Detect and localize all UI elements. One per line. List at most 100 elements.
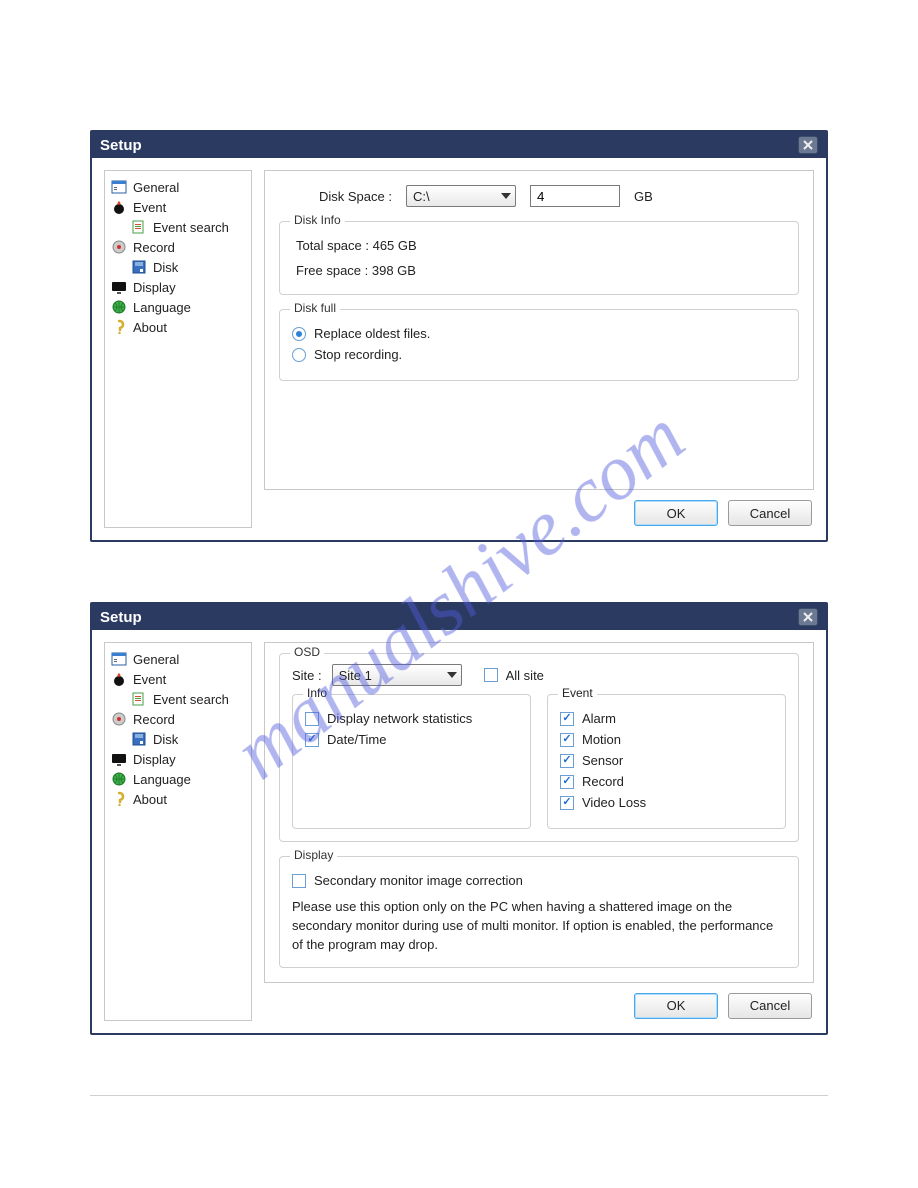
checkbox-icon (484, 668, 498, 682)
osd-group: OSD Site : Site 1 All site (279, 653, 799, 842)
sidebar-item-general[interactable]: General (109, 649, 247, 669)
checkbox-video-loss[interactable]: ✓ Video Loss (560, 795, 773, 810)
about-icon (111, 791, 127, 807)
sidebar-item-display[interactable]: Display (109, 749, 247, 769)
window-title: Setup (100, 137, 142, 154)
close-icon (803, 140, 813, 150)
radio-label: Stop recording. (314, 347, 402, 362)
checkbox-label: Record (582, 774, 624, 789)
checkbox-label: Display network statistics (327, 711, 472, 726)
checkbox-network-stats[interactable]: Display network statistics (305, 711, 518, 726)
sidebar-item-event[interactable]: Event (109, 197, 247, 217)
checkbox-label: Motion (582, 732, 621, 747)
sidebar-item-general[interactable]: General (109, 177, 247, 197)
close-button[interactable] (798, 136, 818, 154)
checkbox-label: Video Loss (582, 795, 646, 810)
checkbox-icon (292, 874, 306, 888)
checkbox-record[interactable]: ✓ Record (560, 774, 773, 789)
titlebar: Setup (92, 132, 826, 158)
language-icon (111, 771, 127, 787)
checkbox-icon: ✓ (560, 775, 574, 789)
checkbox-date-time[interactable]: ✓ Date/Time (305, 732, 518, 747)
disk-info-legend: Disk Info (290, 213, 345, 227)
sidebar-item-display[interactable]: Display (109, 277, 247, 297)
event-legend: Event (558, 686, 597, 700)
checkbox-all-site[interactable]: All site (484, 668, 544, 683)
site-select[interactable]: Site 1 (332, 664, 462, 686)
setup-dialog-display: Setup General Event Event search Record (90, 602, 828, 1035)
sidebar-item-disk[interactable]: Disk (109, 257, 247, 277)
sidebar-item-record[interactable]: Record (109, 237, 247, 257)
record-icon (111, 239, 127, 255)
dialog-button-row: OK Cancel (264, 490, 814, 528)
sidebar-item-label: Event search (153, 692, 229, 707)
disk-info-group: Disk Info Total space : 465 GB Free spac… (279, 221, 799, 295)
radio-label: Replace oldest files. (314, 326, 430, 341)
sidebar-item-label: Record (133, 240, 175, 255)
checkbox-label: All site (506, 668, 544, 683)
record-icon (111, 711, 127, 727)
sidebar-item-language[interactable]: Language (109, 297, 247, 317)
radio-replace-oldest[interactable]: Replace oldest files. (292, 326, 786, 341)
ok-button[interactable]: OK (634, 993, 718, 1019)
radio-stop-recording[interactable]: Stop recording. (292, 347, 786, 362)
checkbox-sensor[interactable]: ✓ Sensor (560, 753, 773, 768)
info-group: Info Display network statistics ✓ Date/T… (292, 694, 531, 829)
window-title: Setup (100, 609, 142, 626)
display-icon (111, 279, 127, 295)
sidebar-item-event-search[interactable]: Event search (109, 689, 247, 709)
disk-full-group: Disk full Replace oldest files. Stop rec… (279, 309, 799, 381)
sidebar-item-label: Record (133, 712, 175, 727)
sidebar-item-about[interactable]: About (109, 789, 247, 809)
sidebar-item-label: About (133, 320, 167, 335)
drive-select-value: C:\ (413, 189, 430, 204)
nav-sidebar: General Event Event search Record Disk D… (104, 170, 252, 528)
ok-button[interactable]: OK (634, 500, 718, 526)
checkbox-label: Alarm (582, 711, 616, 726)
sidebar-item-disk[interactable]: Disk (109, 729, 247, 749)
checkbox-alarm[interactable]: ✓ Alarm (560, 711, 773, 726)
event-search-icon (131, 691, 147, 707)
checkbox-motion[interactable]: ✓ Motion (560, 732, 773, 747)
page-divider (90, 1095, 828, 1096)
general-icon (111, 651, 127, 667)
disk-icon (131, 731, 147, 747)
display-note: Please use this option only on the PC wh… (292, 898, 786, 955)
checkbox-label: Secondary monitor image correction (314, 873, 523, 888)
sidebar-item-record[interactable]: Record (109, 709, 247, 729)
disk-full-legend: Disk full (290, 301, 340, 315)
disk-size-unit: GB (634, 189, 653, 204)
drive-select[interactable]: C:\ (406, 185, 516, 207)
free-space-text: Free space : 398 GB (296, 263, 782, 278)
language-icon (111, 299, 127, 315)
sidebar-item-label: Display (133, 280, 176, 295)
sidebar-item-event[interactable]: Event (109, 669, 247, 689)
cancel-button[interactable]: Cancel (728, 500, 812, 526)
sidebar-item-label: About (133, 792, 167, 807)
close-button[interactable] (798, 608, 818, 626)
sidebar-item-about[interactable]: About (109, 317, 247, 337)
checkbox-icon: ✓ (560, 733, 574, 747)
about-icon (111, 319, 127, 335)
disk-space-label: Disk Space : (319, 189, 392, 204)
disk-settings-panel: Disk Space : C:\ GB Disk Info Total spac… (264, 170, 814, 490)
sidebar-item-label: General (133, 180, 179, 195)
cancel-button[interactable]: Cancel (728, 993, 812, 1019)
nav-sidebar: General Event Event search Record Disk D… (104, 642, 252, 1021)
sidebar-item-language[interactable]: Language (109, 769, 247, 789)
checkbox-secondary-monitor[interactable]: Secondary monitor image correction (292, 873, 786, 888)
sidebar-item-label: General (133, 652, 179, 667)
checkbox-label: Date/Time (327, 732, 386, 747)
radio-icon (292, 327, 306, 341)
disk-size-input[interactable] (530, 185, 620, 207)
event-icon (111, 199, 127, 215)
general-icon (111, 179, 127, 195)
sidebar-item-event-search[interactable]: Event search (109, 217, 247, 237)
chevron-down-icon (447, 672, 457, 678)
site-label: Site : (292, 668, 322, 683)
event-icon (111, 671, 127, 687)
display-group: Display Secondary monitor image correcti… (279, 856, 799, 968)
checkbox-icon: ✓ (560, 712, 574, 726)
setup-dialog-disk: Setup General Event Event search Record (90, 130, 828, 542)
checkbox-icon (305, 712, 319, 726)
